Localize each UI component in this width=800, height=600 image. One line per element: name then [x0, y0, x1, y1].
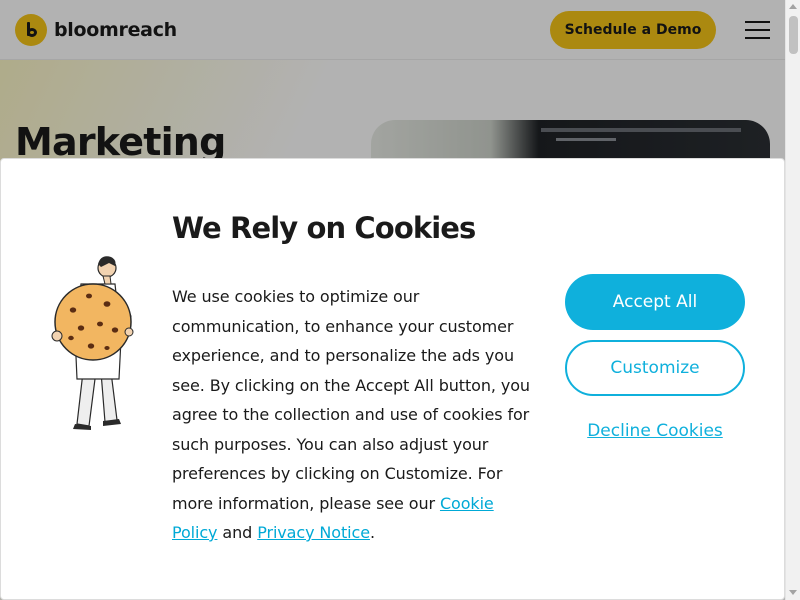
- scroll-up-arrow-icon[interactable]: [789, 4, 797, 9]
- person-holding-cookie-illustration: [51, 256, 134, 430]
- page-scrollbar[interactable]: [785, 0, 800, 600]
- scrollbar-thumb[interactable]: [789, 16, 798, 54]
- customize-button[interactable]: Customize: [565, 340, 745, 396]
- decline-cookies-link[interactable]: Decline Cookies: [565, 421, 745, 441]
- cookie-dialog-body: We use cookies to optimize our communica…: [172, 282, 542, 548]
- cookie-body-and: and: [217, 523, 258, 542]
- cookie-dialog-title: We Rely on Cookies: [172, 211, 476, 245]
- scroll-down-arrow-icon[interactable]: [789, 590, 797, 595]
- accept-all-button[interactable]: Accept All: [565, 274, 745, 330]
- cookie-consent-dialog: We Rely on Cookies We use cookies to opt…: [0, 158, 785, 600]
- cookie-body-end: .: [369, 523, 375, 542]
- privacy-notice-link[interactable]: Privacy Notice: [257, 523, 370, 542]
- cookie-body-text: We use cookies to optimize our communica…: [172, 287, 530, 513]
